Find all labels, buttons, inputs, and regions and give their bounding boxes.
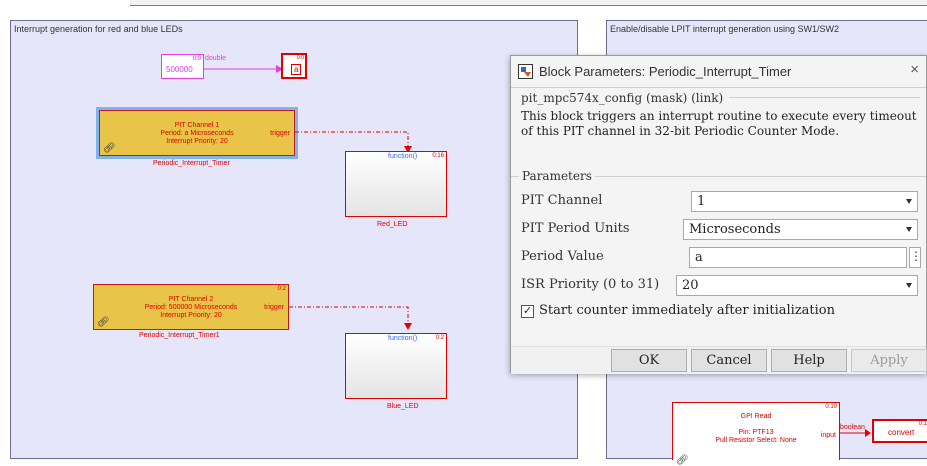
trigger-line-2 [289, 306, 412, 330]
convert-port: 0:1 [918, 421, 927, 427]
gpi-line2: Pull Resistor Select: None [715, 437, 797, 444]
pit-channel-2-block[interactable]: 0:2 PIT Channel 2 Period: 500000 Microse… [93, 284, 289, 330]
cancel-button[interactable]: Cancel [691, 349, 767, 372]
constant-block[interactable]: 0:0 500000 [161, 54, 204, 79]
period-value-text: a [695, 250, 703, 265]
pit2-trigger-port: trigger [264, 304, 284, 311]
blue-led-subsystem[interactable]: function() 0:2 [345, 333, 447, 399]
red-led-port: 0:16 [432, 153, 444, 159]
pit-channel-1-block[interactable]: PIT Channel 1 Period: a Microseconds Int… [96, 107, 298, 159]
help-button[interactable]: Help [771, 349, 847, 372]
area-title: Enable/disable LPIT interrupt generation… [610, 24, 839, 34]
period-units-label: PIT Period Units [521, 221, 630, 236]
period-value-input[interactable]: a [689, 247, 907, 268]
ok-button[interactable]: OK [611, 349, 687, 372]
pit1-name[interactable]: Periodic_Interrupt_Timer [153, 160, 230, 167]
period-value-label: Period Value [521, 249, 604, 264]
area-title: Interrupt generation for red and blue LE… [14, 24, 183, 34]
close-icon[interactable]: × [910, 61, 919, 78]
chevron-down-icon [906, 199, 912, 204]
signal-type-double: double [205, 55, 227, 62]
gpi-signal-line [840, 429, 871, 437]
start-counter-label[interactable]: Start counter immediately after initiali… [539, 303, 835, 318]
pit2-port: 0:2 [277, 286, 286, 292]
variable-block[interactable]: 0:0 a [281, 53, 307, 79]
red-led-subsystem[interactable]: function() 0:16 [345, 151, 447, 217]
constant-signal-line [204, 65, 283, 73]
pit1-line1: PIT Channel 1 [174, 122, 220, 129]
pit-channel-value: 1 [697, 194, 706, 209]
blue-led-port: 0:2 [435, 335, 444, 341]
link-icon: 🔗︎ [103, 143, 116, 154]
constant-value: 500000 [166, 65, 193, 74]
variable-port: 0:0 [297, 55, 304, 61]
pit2-name[interactable]: Periodic_Interrupt_Timer1 [139, 332, 220, 339]
period-units-select[interactable]: Microseconds [683, 219, 918, 240]
link-icon: 🔗︎ [676, 455, 689, 466]
canvas-top-border [130, 0, 927, 6]
gpi-port: 0:10 [825, 404, 837, 410]
area-red-blue-leds[interactable]: Interrupt generation for red and blue LE… [10, 20, 578, 459]
gpi-read-block[interactable]: 0:10 GPI Read Pin: PTF13 Pull Resistor S… [672, 402, 840, 466]
mask-header: pit_mpc574x_config (mask) (link) [511, 87, 926, 107]
isr-priority-select[interactable]: 20 [676, 275, 918, 296]
gpi-output-port: input [820, 432, 836, 439]
chevron-down-icon [906, 283, 912, 288]
convert-block[interactable]: 0:1 convert [872, 419, 927, 443]
pit2-line2: Period: 500000 Microseconds [144, 304, 238, 311]
red-led-port-text: function() [388, 153, 418, 160]
chevron-down-icon [906, 227, 912, 232]
start-counter-checkbox[interactable]: ✓ [521, 305, 534, 318]
pit1-line3: Interrupt Priority: 20 [166, 138, 228, 145]
convert-label: convert [888, 428, 915, 437]
divider [729, 97, 920, 98]
variable-label: a [291, 64, 302, 75]
pit2-line3: Interrupt Priority: 20 [160, 312, 222, 319]
dialog-title: Block Parameters: Periodic_Interrupt_Tim… [539, 64, 792, 79]
blue-led-port-text: function() [388, 335, 418, 342]
period-units-value: Microseconds [689, 222, 781, 237]
link-icon: 🔗︎ [97, 317, 110, 328]
block-parameters-dialog[interactable]: Block Parameters: Periodic_Interrupt_Tim… [510, 55, 927, 374]
parameters-title: Parameters [519, 169, 595, 183]
block-description: This block triggers an interrupt routine… [521, 109, 917, 138]
mask-header-text: pit_mpc574x_config (mask) (link) [521, 90, 724, 105]
blue-led-name[interactable]: Blue_LED [387, 403, 419, 410]
pit-channel-label: PIT Channel [521, 193, 603, 208]
gpi-line1: Pin: PTF13 [738, 429, 774, 436]
red-led-name[interactable]: Red_LED [377, 221, 407, 228]
simulink-app-icon [518, 64, 533, 79]
kebab-menu-icon[interactable]: ⋮ [909, 247, 922, 268]
pit2-line1: PIT Channel 2 [168, 296, 214, 303]
constant-port: 0:0 [192, 56, 201, 62]
isr-priority-label: ISR Priority (0 to 31) [521, 277, 660, 292]
pit-channel-select[interactable]: 1 [691, 191, 918, 212]
isr-priority-value: 20 [682, 278, 699, 293]
pit1-trigger-port: trigger [270, 130, 290, 137]
apply-button[interactable]: Apply [851, 349, 927, 372]
pit1-line2: Period: a Microseconds [160, 130, 234, 137]
gpi-title: GPI Read [740, 413, 772, 420]
